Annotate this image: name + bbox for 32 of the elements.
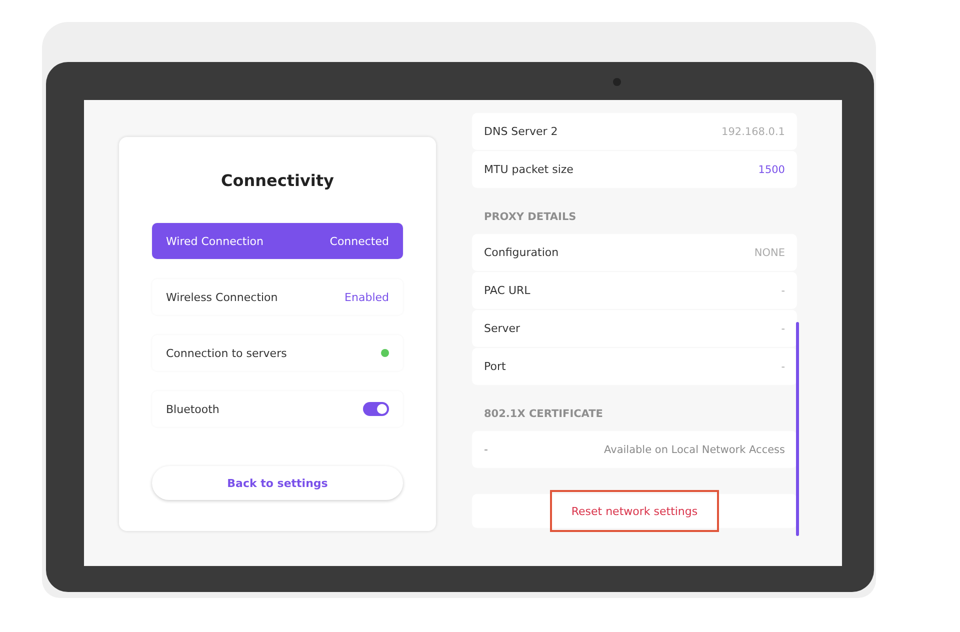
row-value: 1500 [758, 164, 785, 176]
row-label: - [484, 443, 488, 456]
row-label: Port [484, 360, 506, 373]
camera-icon [613, 78, 621, 86]
connectivity-item[interactable]: Wireless Connection Enabled [152, 279, 403, 315]
section-heading: 802.1X CERTIFICATE [483, 407, 604, 422]
item-label: Wired Connection [166, 234, 264, 248]
scrollbar[interactable] [796, 322, 799, 536]
toggle-switch[interactable] [363, 402, 389, 416]
row-label: Configuration [484, 246, 559, 259]
row-value: - [781, 322, 785, 334]
row-label: Server [484, 322, 520, 335]
row-value: NONE [754, 246, 785, 258]
item-label: Connection to servers [166, 346, 287, 360]
row-label: DNS Server 2 [484, 125, 558, 138]
row-label: MTU packet size [484, 163, 574, 176]
row-value: Available on Local Network Access [604, 444, 785, 456]
back-button[interactable]: Back to settings [152, 466, 403, 500]
status-value: Connected [330, 234, 389, 248]
section-heading: PROXY DETAILS [483, 210, 578, 225]
row-value: - [781, 360, 785, 372]
row-value: 192.168.0.1 [722, 126, 785, 138]
item-label: Bluetooth [166, 402, 220, 416]
row-value: - [781, 284, 785, 296]
connectivity-item[interactable]: Bluetooth [152, 391, 403, 427]
connectivity-item[interactable]: Connection to servers [152, 335, 403, 371]
status-value: Enabled [344, 290, 389, 304]
card-title: Connectivity [221, 171, 334, 190]
row-label: PAC URL [484, 284, 530, 297]
item-label: Wireless Connection [166, 290, 278, 304]
reset-button[interactable]: Reset network settings [550, 490, 719, 532]
connectivity-item[interactable]: Wired Connection Connected [152, 223, 403, 259]
